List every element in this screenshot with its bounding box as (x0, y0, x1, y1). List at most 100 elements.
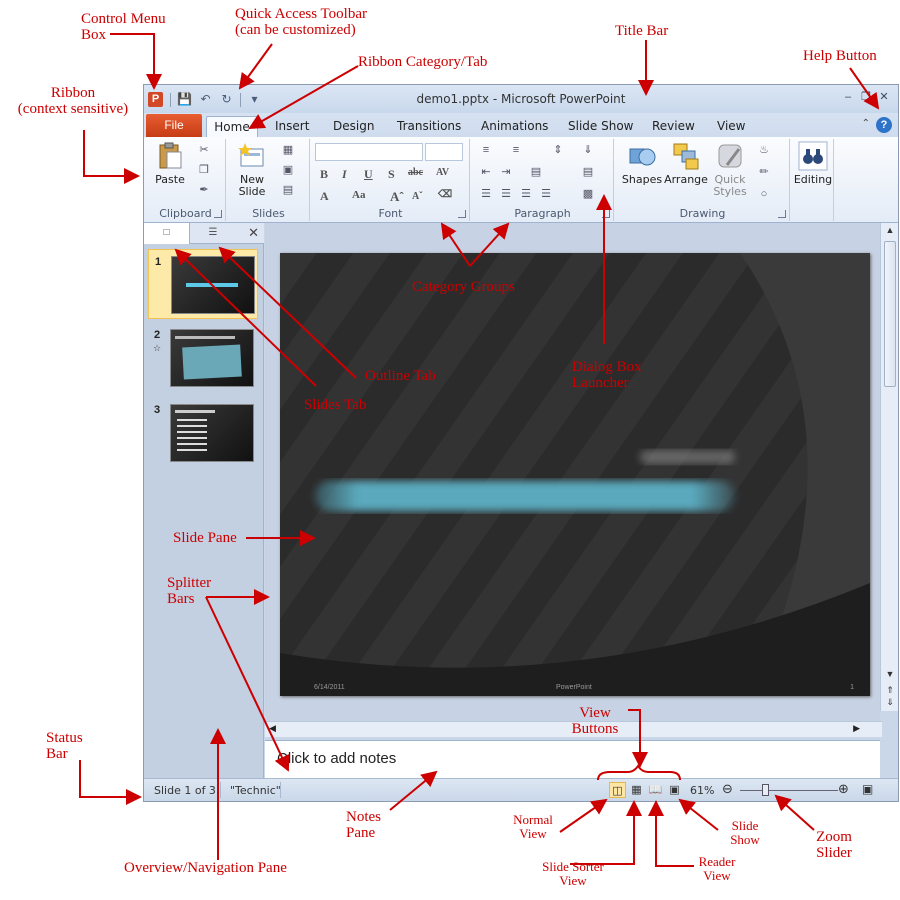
shape-effects-icon[interactable]: ○ (756, 187, 772, 201)
decrease-indent-icon[interactable]: ⇤ (478, 165, 494, 179)
format-painter-icon[interactable]: ✒ (196, 183, 212, 197)
annotation-qat: Quick Access Toolbar (can be customized) (235, 6, 367, 38)
slide-thumbnail-row[interactable]: 3 (148, 398, 258, 468)
notes-placeholder[interactable]: Click to add notes (277, 750, 396, 767)
quick-styles-button[interactable]: Quick Styles (708, 141, 752, 198)
zoom-in-icon[interactable]: ⊕ (838, 782, 849, 797)
zoom-out-icon[interactable]: ⊖ (722, 782, 733, 797)
shapes-button[interactable]: Shapes (620, 141, 664, 186)
annotation-line: Dialog Box (572, 359, 642, 375)
align-right-icon[interactable]: ☰ (518, 187, 534, 201)
scroll-left-icon[interactable]: ◀ (269, 723, 276, 734)
next-slide-icon[interactable]: ⇓ (884, 697, 896, 708)
smartart-icon[interactable]: ▩ (580, 187, 596, 201)
scroll-up-icon[interactable]: ▲ (884, 225, 896, 235)
zoom-slider-thumb[interactable] (762, 784, 769, 796)
slide-thumbnail[interactable] (170, 404, 254, 462)
bold-icon[interactable]: B (320, 167, 328, 182)
increase-indent-icon[interactable]: ⇥ (498, 165, 514, 179)
italic-icon[interactable]: I (342, 167, 347, 182)
tab-slide-show[interactable]: Slide Show (568, 116, 633, 137)
close-icon[interactable]: ✕ (876, 90, 892, 104)
fit-to-window-icon[interactable]: ▣ (862, 782, 873, 796)
justify-icon[interactable]: ☰ (538, 187, 554, 201)
layout-icon[interactable]: ▦ (280, 143, 296, 157)
status-divider (280, 782, 281, 798)
annotation-control-menu: Control Menu Box (81, 11, 166, 43)
font-name-combo[interactable] (315, 143, 423, 161)
zoom-level[interactable]: 61% (690, 784, 714, 797)
clipboard-dialog-launcher[interactable] (214, 210, 222, 218)
drawing-dialog-launcher[interactable] (778, 210, 786, 218)
editing-button[interactable]: Editing (792, 141, 834, 186)
outline-tab[interactable]: ☰ (190, 223, 236, 244)
strikethrough-icon[interactable]: abc (408, 167, 423, 178)
underline-icon[interactable]: U (364, 167, 373, 182)
shape-fill-icon[interactable]: ♨ (756, 143, 772, 157)
slides-tab[interactable]: □ (144, 223, 190, 244)
slide-thumbnail[interactable] (170, 329, 254, 387)
previous-slide-icon[interactable]: ⇑ (884, 685, 896, 696)
scroll-down-icon[interactable]: ▼ (884, 669, 896, 679)
shadow-icon[interactable]: S (388, 167, 395, 182)
scroll-thumb[interactable] (884, 241, 896, 387)
annotation-line: Slide Sorter (542, 859, 604, 874)
vertical-scrollbar[interactable]: ▲ ▼ ⇑ ⇓ (880, 223, 898, 711)
tab-design[interactable]: Design (333, 116, 374, 137)
help-button[interactable]: ? (876, 117, 892, 133)
paste-button[interactable]: Paste (150, 141, 190, 186)
scroll-right-icon[interactable]: ▶ (853, 723, 860, 734)
thumb-title-bar (175, 336, 235, 339)
cut-icon[interactable]: ✂ (196, 143, 212, 157)
collapse-ribbon-icon[interactable]: ⌃ (862, 118, 870, 129)
shrink-font-icon[interactable]: Aˇ (412, 191, 423, 202)
char-spacing-icon[interactable]: AV (436, 167, 449, 178)
arrange-button[interactable]: Arrange (664, 141, 708, 186)
slide-pane[interactable]: 6/14/2011 PowerPoint 1 (265, 223, 880, 723)
minimize-icon[interactable]: – (840, 90, 856, 104)
bullets-icon[interactable]: ≡ (478, 143, 494, 157)
grow-font-icon[interactable]: Aˆ (390, 189, 404, 205)
slide-thumbnail-row[interactable]: 1 (148, 249, 258, 319)
text-direction-icon[interactable]: ⇓ (580, 143, 596, 157)
annotation-slide-sorter: Slide Sorter View (531, 860, 615, 888)
new-slide-button[interactable]: New Slide (230, 141, 274, 198)
section-icon[interactable]: ▤ (280, 183, 296, 197)
font-color-icon[interactable]: A (320, 189, 329, 204)
tab-file[interactable]: File (146, 114, 202, 137)
numbering-icon[interactable]: ≡ (508, 143, 524, 157)
columns-icon[interactable]: ▤ (528, 165, 544, 179)
font-dialog-launcher[interactable] (458, 210, 466, 218)
tab-home[interactable]: Home (206, 116, 258, 137)
zoom-slider-track[interactable] (740, 790, 838, 791)
change-case-icon[interactable]: Aa (352, 189, 365, 201)
slides-group-label: Slides (252, 207, 285, 220)
notes-pane[interactable]: Click to add notes (265, 740, 880, 780)
tab-insert[interactable]: Insert (275, 116, 309, 137)
tab-view[interactable]: View (717, 116, 745, 137)
animation-star-icon: ☆ (153, 343, 162, 353)
slide-thumbnail[interactable] (171, 256, 255, 314)
reset-icon[interactable]: ▣ (280, 163, 296, 177)
line-spacing-icon[interactable]: ⇕ (550, 143, 566, 157)
slide-show-view-button[interactable]: ▣ (666, 782, 683, 798)
slide-thumbnail-row[interactable]: 2 ☆ (148, 323, 258, 393)
align-left-icon[interactable]: ☰ (478, 187, 494, 201)
paragraph-dialog-launcher[interactable] (602, 210, 610, 218)
tab-animations[interactable]: Animations (481, 116, 548, 137)
align-center-icon[interactable]: ☰ (498, 187, 514, 201)
clear-formatting-icon[interactable]: ⌫ (438, 189, 452, 200)
copy-icon[interactable]: ❐ (196, 163, 212, 177)
font-size-combo[interactable] (425, 143, 463, 161)
tab-transitions[interactable]: Transitions (397, 116, 461, 137)
close-pane-icon[interactable]: ✕ (248, 225, 259, 241)
reader-view-button[interactable]: 📖 (647, 782, 664, 798)
restore-icon[interactable]: ❐ (858, 90, 874, 104)
shape-outline-icon[interactable]: ✏ (756, 165, 772, 179)
slide-sorter-view-button[interactable]: ▦ (628, 782, 645, 798)
normal-view-button[interactable]: ◫ (609, 782, 626, 798)
tab-review[interactable]: Review (652, 116, 695, 137)
align-text-icon[interactable]: ▤ (580, 165, 596, 179)
slide-canvas[interactable]: 6/14/2011 PowerPoint 1 (280, 253, 870, 696)
annotation-line: Normal (513, 812, 553, 827)
